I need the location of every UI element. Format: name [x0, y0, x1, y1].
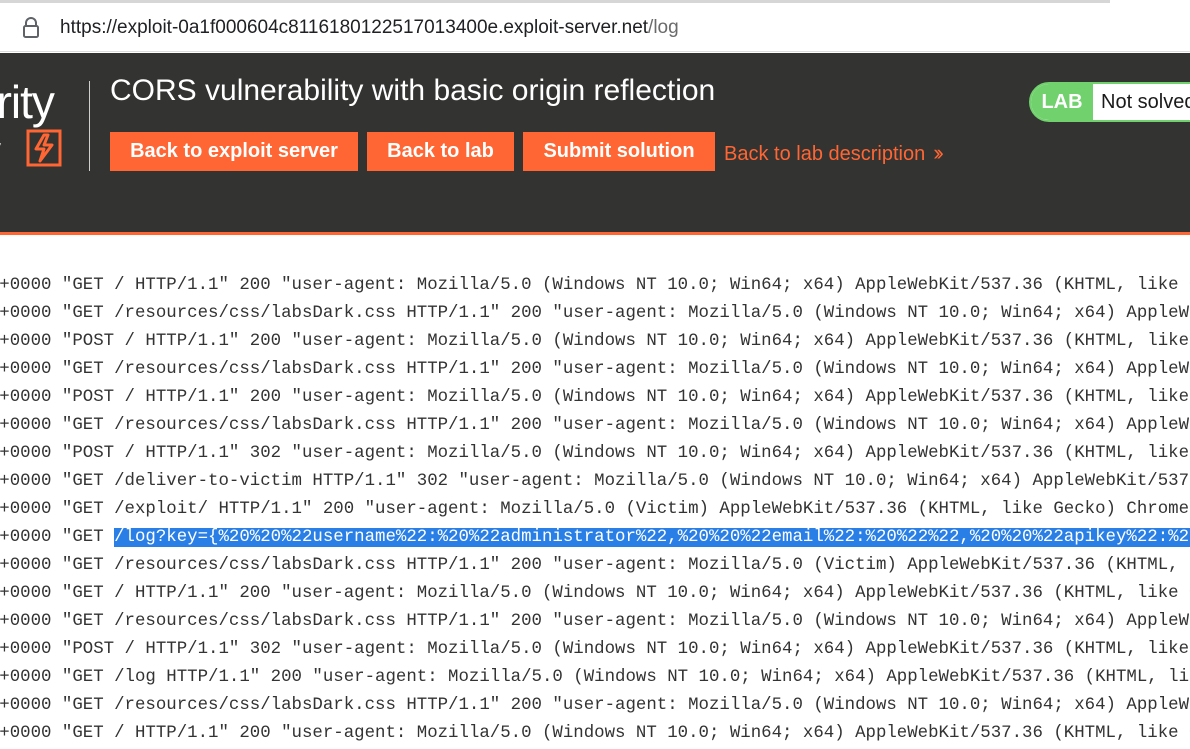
logo-text-line2: y [0, 125, 1, 179]
log-line: 27 +0000 "GET /resources/css/labsDark.cs… [0, 356, 1190, 384]
log-line-text: 34 +0000 "GET / HTTP/1.1" 200 "user-agen… [0, 724, 1190, 743]
url-main: https://exploit-0a1f000604c8116180122517… [60, 17, 649, 38]
log-line: 20 +0000 "GET /log HTTP/1.1" 200 "user-a… [0, 664, 1190, 692]
log-line: 17 +0000 "GET /resources/css/labsDark.cs… [0, 552, 1190, 580]
lab-status-badge: LAB Not solved [1029, 82, 1190, 122]
lab-title: CORS vulnerability with basic origin ref… [110, 74, 716, 107]
back-to-lab-button[interactable]: Back to lab [367, 132, 514, 171]
log-line-text: 13 +0000 "POST / HTTP/1.1" 200 "user-age… [0, 388, 1190, 407]
log-line-text: 22 +0000 "GET /resources/css/labsDark.cs… [0, 304, 1190, 323]
log-line-text: 27 +0000 "GET /resources/css/labsDark.cs… [0, 360, 1190, 379]
lab-header: urity y CORS vulnerability with basic or… [0, 53, 1190, 235]
log-line-text: 20 +0000 "GET /resources/css/labsDark.cs… [0, 696, 1190, 715]
selected-text[interactable]: /log?key={%20%20%22username%22:%20%22adm… [114, 528, 1190, 547]
log-line: 13 +0000 "GET /resources/css/labsDark.cs… [0, 412, 1190, 440]
back-to-lab-description-link[interactable]: Back to lab description ›› [724, 140, 944, 166]
log-line: 17 +0000 "GET /exploit/ HTTP/1.1" 200 "u… [0, 496, 1190, 524]
lightning-logo-icon [26, 129, 62, 167]
lock-icon[interactable] [22, 17, 40, 39]
log-line-text: 17 +0000 "GET /exploit/ HTTP/1.1" 200 "u… [0, 500, 1190, 519]
log-line: 22 +0000 "GET /resources/css/labsDark.cs… [0, 300, 1190, 328]
log-line-text: 16 +0000 "POST / HTTP/1.1" 302 "user-age… [0, 444, 1190, 463]
lab-status-text: Not solved [1101, 91, 1190, 113]
tab-strip-edge [0, 0, 1110, 3]
log-line: 27 +0000 "POST / HTTP/1.1" 200 "user-age… [0, 328, 1190, 356]
log-line-highlighted: 17 +0000 "GET /log?key={%20%20%22usernam… [0, 524, 1190, 552]
url-path: /log [648, 17, 679, 38]
log-line-text: 27 +0000 "POST / HTTP/1.1" 200 "user-age… [0, 332, 1190, 351]
log-line-text: 17 +0000 "GET / HTTP/1.1" 200 "user-agen… [0, 584, 1190, 603]
logo-text-line1: urity [0, 76, 55, 128]
log-line-text: 22 +0000 "GET / HTTP/1.1" 200 "user-agen… [0, 276, 1190, 295]
log-line: 20 +0000 "POST / HTTP/1.1" 302 "user-age… [0, 636, 1190, 664]
log-line-text: 17 +0000 "GET /resources/css/labsDark.cs… [0, 556, 1190, 575]
log-line: 17 +0000 "GET / HTTP/1.1" 200 "user-agen… [0, 580, 1190, 608]
log-line: 13 +0000 "POST / HTTP/1.1" 200 "user-age… [0, 384, 1190, 412]
log-line-text: 20 +0000 "POST / HTTP/1.1" 302 "user-age… [0, 640, 1190, 659]
web-security-academy-logo[interactable]: urity y [0, 53, 95, 232]
log-line: 17 +0000 "GET /deliver-to-victim HTTP/1.… [0, 468, 1190, 496]
submit-solution-button[interactable]: Submit solution [523, 132, 715, 171]
log-line: 20 +0000 "GET /resources/css/labsDark.cs… [0, 692, 1190, 720]
log-line-text: 13 +0000 "GET /resources/css/labsDark.cs… [0, 416, 1190, 435]
lab-status-tag: LAB [1031, 84, 1093, 120]
log-line-text: 17 +0000 "GET [0, 528, 104, 547]
log-line-text: 20 +0000 "GET /log HTTP/1.1" 200 "user-a… [0, 668, 1190, 687]
browser-address-bar: https://exploit-0a1f000604c8116180122517… [0, 0, 1190, 52]
back-to-exploit-server-button[interactable]: Back to exploit server [110, 132, 358, 171]
log-line: 34 +0000 "GET / HTTP/1.1" 200 "user-agen… [0, 720, 1190, 748]
url-field[interactable]: https://exploit-0a1f000604c8116180122517… [60, 17, 679, 39]
log-line-text: 18 +0000 "GET /resources/css/labsDark.cs… [0, 612, 1190, 631]
log-line: 22 +0000 "GET / HTTP/1.1" 200 "user-agen… [0, 272, 1190, 300]
log-line: 18 +0000 "GET /resources/css/labsDark.cs… [0, 608, 1190, 636]
log-line-text: 17 +0000 "GET /deliver-to-victim HTTP/1.… [0, 472, 1190, 491]
double-chevron-right-icon: ›› [933, 140, 943, 165]
log-line: 16 +0000 "POST / HTTP/1.1" 302 "user-age… [0, 440, 1190, 468]
access-log: 22 +0000 "GET / HTTP/1.1" 200 "user-agen… [0, 236, 1190, 749]
logo-divider [89, 81, 90, 171]
description-link-label: Back to lab description [724, 143, 926, 165]
